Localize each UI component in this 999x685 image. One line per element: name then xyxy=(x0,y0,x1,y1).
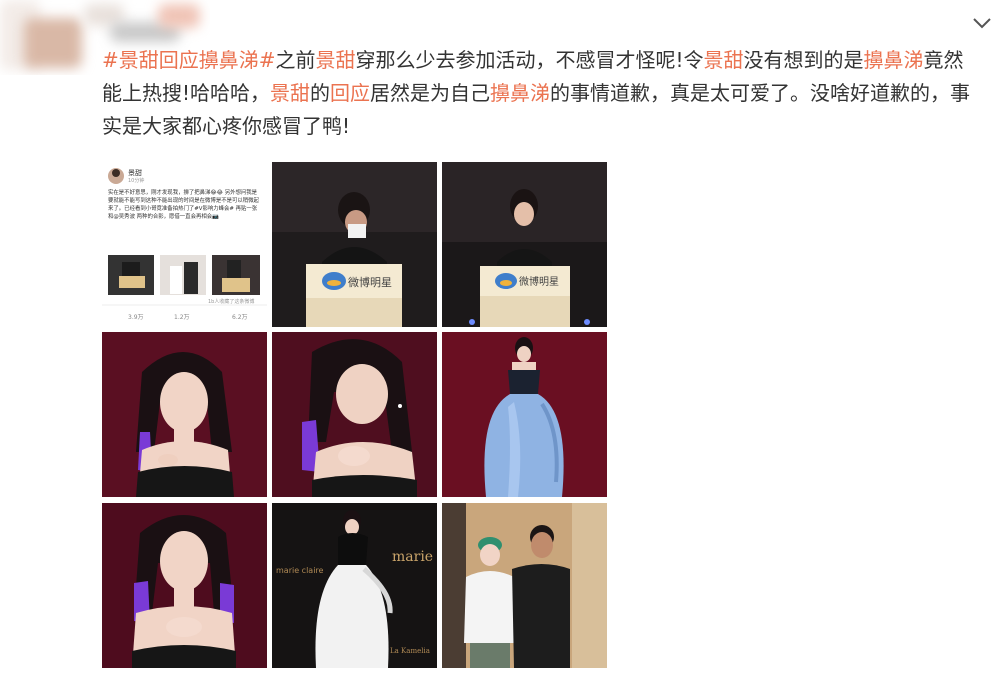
keyword-highlight: 景甜 xyxy=(270,81,311,105)
keyword-highlight: 擤鼻涕 xyxy=(490,81,551,105)
embedded-fav-count: 1b人收藏了这条微博 xyxy=(208,299,255,305)
photo-portrait-2[interactable] xyxy=(272,332,437,497)
backdrop-brand-text: marie xyxy=(392,549,433,565)
photo-red-carpet[interactable]: marie marie claire La Kamelia xyxy=(272,503,437,668)
post-text: #景甜回应擤鼻涕#之前景甜穿那么少去参加活动，不感冒才怪呢!令景甜没有想到的是擤… xyxy=(102,44,982,143)
embedded-comment-count: 1.2万 xyxy=(174,314,190,321)
backdrop-side-text: La Kamelia xyxy=(390,647,430,655)
embedded-like-count: 6.2万 xyxy=(232,314,248,321)
photo-group[interactable] xyxy=(442,503,607,668)
post-text-segment: 之前 xyxy=(275,48,316,72)
photo-blue-gown[interactable] xyxy=(442,332,607,497)
photo-podium-speech[interactable]: 微博明星 xyxy=(442,162,607,327)
topic-hashtag-link[interactable]: #景甜回应擤鼻涕# xyxy=(102,48,276,72)
keyword-highlight: 景甜 xyxy=(703,48,744,72)
backdrop-small-text: marie claire xyxy=(276,566,324,575)
post-text-segment: 居然是为自己 xyxy=(370,81,491,105)
chevron-down-icon[interactable] xyxy=(970,14,994,32)
photo-portrait-1[interactable] xyxy=(102,332,267,497)
post-text-segment: 穿那么少去参加活动，不感冒才怪呢!令 xyxy=(355,48,704,72)
photo-weibo-screenshot[interactable]: 景甜 10分钟 实在是不好意思，刚才发现我，擤了把鼻涕😂😂 另外想问我是要就能不… xyxy=(102,162,267,327)
photo-podium-tissue[interactable]: 微博明星 xyxy=(272,162,437,327)
keyword-highlight: 回应 xyxy=(330,81,371,105)
post-text-segment: 没有想到的是 xyxy=(743,48,864,72)
photo-portrait-3[interactable] xyxy=(102,503,267,668)
keyword-highlight: 擤鼻涕 xyxy=(863,48,924,72)
post-text-segment: 的 xyxy=(310,81,331,105)
embedded-repost-count: 3.9万 xyxy=(128,314,144,321)
keyword-highlight: 景甜 xyxy=(315,48,356,72)
podium-logo-text-2: 微博明星 xyxy=(519,275,559,288)
embedded-time: 10分钟 xyxy=(128,178,145,184)
embedded-body: 实在是不好意思，刚才发现我，擤了把鼻涕😂😂 另外想问我是要就能不能写到这种不能出… xyxy=(108,190,259,220)
podium-logo-text: 微博明星 xyxy=(348,275,392,289)
